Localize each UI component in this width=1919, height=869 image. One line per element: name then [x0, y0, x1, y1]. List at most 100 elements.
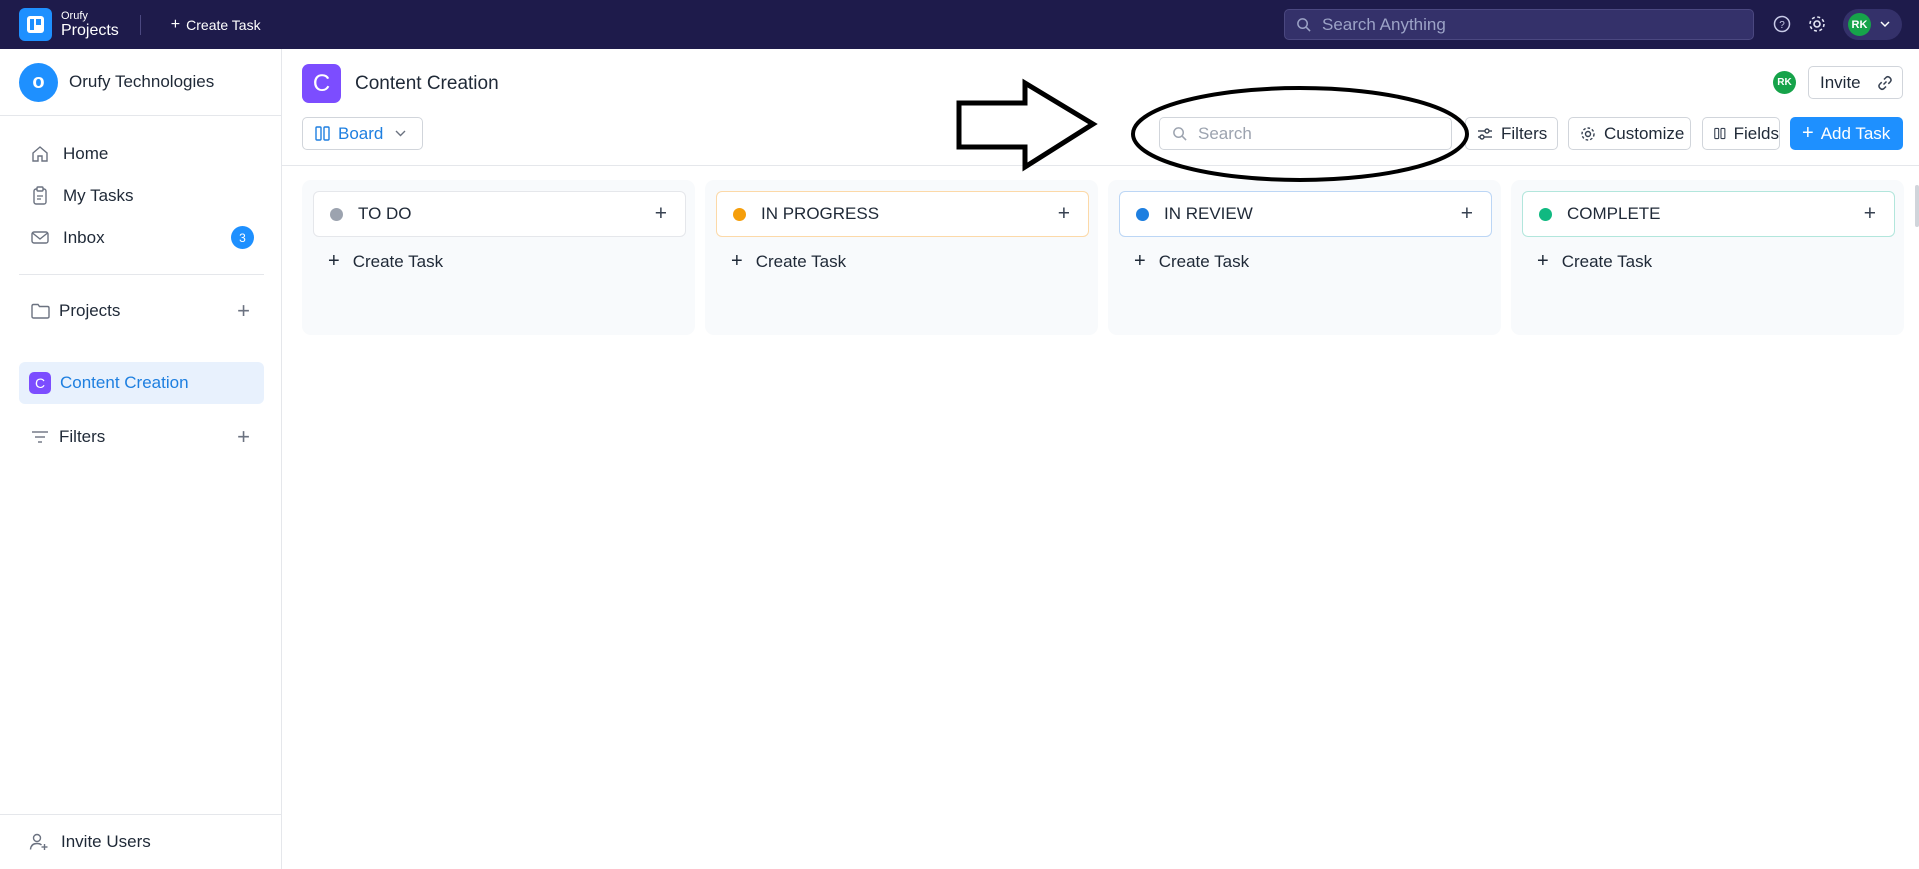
filters-label: Filters — [1501, 123, 1548, 143]
add-filter-icon[interactable]: + — [237, 424, 250, 450]
invite-users-button[interactable]: Invite Users — [0, 814, 282, 869]
column-header: IN REVIEW + — [1119, 191, 1492, 237]
invite-label: Invite — [1820, 72, 1861, 92]
column-create-task-label: Create Task — [755, 251, 847, 271]
search-icon — [1173, 127, 1187, 141]
sliders-icon — [1478, 127, 1492, 140]
project-logo: C — [302, 64, 341, 103]
clipboard-icon — [29, 186, 51, 205]
org-switcher[interactable]: o Orufy Technologies — [0, 49, 281, 116]
invite-button[interactable]: Invite — [1808, 66, 1903, 99]
global-search-placeholder: Search Anything — [1322, 14, 1446, 34]
plus-icon: + — [1802, 122, 1814, 144]
user-menu[interactable]: RK — [1843, 9, 1902, 40]
column-create-task-label: Create Task — [352, 251, 444, 271]
column-title: TO DO — [358, 204, 412, 223]
top-create-task-button[interactable]: + Create Task — [171, 16, 261, 34]
plus-icon: + — [1134, 250, 1146, 272]
brand[interactable]: Orufy Projects — [19, 8, 119, 41]
global-search-input[interactable]: Search Anything — [1284, 9, 1754, 40]
status-dot-icon — [330, 207, 343, 221]
link-icon — [1877, 75, 1893, 96]
page-title: Content Creation — [355, 72, 499, 94]
view-switcher-board[interactable]: Board — [302, 117, 423, 150]
org-name: Orufy Technologies — [69, 72, 215, 91]
filter-lines-icon — [29, 430, 51, 444]
column-create-task-button[interactable]: + Create Task — [1537, 250, 1652, 273]
column-title: IN PROGRESS — [761, 204, 880, 223]
column-add-icon[interactable]: + — [1461, 202, 1473, 226]
top-bar: Orufy Projects + Create Task Search Anyt… — [0, 0, 1919, 49]
svg-text:?: ? — [1779, 20, 1785, 31]
member-avatar[interactable]: RK — [1773, 71, 1796, 94]
column-create-task-button[interactable]: + Create Task — [731, 250, 846, 273]
chevron-down-icon — [1880, 21, 1890, 28]
main-content: C Content Creation RK Invite Board Filte… — [282, 49, 1919, 869]
board-column-todo: TO DO + + Create Task — [302, 180, 695, 335]
project-badge-icon: C — [29, 372, 51, 394]
column-header: IN PROGRESS + — [716, 191, 1089, 237]
org-logo: o — [19, 62, 58, 102]
help-icon[interactable]: ? — [1772, 14, 1792, 34]
column-title: COMPLETE — [1567, 204, 1661, 223]
sidebar-item-label: Home — [63, 143, 109, 163]
sidebar-item-inbox[interactable]: Inbox 3 — [19, 217, 264, 258]
plus-icon: + — [731, 250, 743, 272]
sidebar-item-label: My Tasks — [63, 185, 134, 205]
sidebar-item-home[interactable]: Home — [19, 133, 264, 174]
gear-icon[interactable] — [1807, 14, 1827, 34]
add-task-label: Add Task — [1820, 123, 1891, 143]
column-add-icon[interactable]: + — [1058, 202, 1070, 226]
status-dot-icon — [1136, 207, 1149, 221]
fields-button[interactable]: Fields — [1702, 117, 1780, 150]
board-column-complete: COMPLETE + + Create Task — [1511, 180, 1904, 335]
board-column-in-progress: IN PROGRESS + + Create Task — [705, 180, 1098, 335]
customize-label: Customize — [1604, 123, 1685, 143]
project-badge-wrap: C — [29, 372, 51, 394]
sidebar-item-label: Inbox — [63, 227, 105, 247]
board-search-input[interactable] — [1198, 123, 1428, 144]
status-dot-icon — [733, 207, 746, 221]
board-icon — [315, 126, 330, 141]
invite-users-label: Invite Users — [61, 832, 151, 851]
sidebar-item-content-creation[interactable]: C Content Creation — [19, 362, 264, 404]
customize-button[interactable]: Customize — [1568, 117, 1691, 150]
column-title: IN REVIEW — [1164, 204, 1253, 223]
sidebar: o Orufy Technologies Home My Tasks Inbox… — [0, 49, 282, 869]
column-create-task-label: Create Task — [1561, 251, 1653, 271]
sidebar-item-filters[interactable]: Filters + — [19, 416, 264, 457]
chevron-down-icon — [395, 130, 406, 137]
inbox-count-badge: 3 — [231, 226, 254, 249]
mail-icon — [29, 230, 51, 245]
sidebar-item-label: Filters — [59, 426, 106, 446]
column-create-task-button[interactable]: + Create Task — [328, 250, 443, 273]
filters-button[interactable]: Filters — [1465, 117, 1558, 150]
column-add-icon[interactable]: + — [1864, 202, 1876, 226]
column-create-task-button[interactable]: + Create Task — [1134, 250, 1249, 273]
add-project-icon[interactable]: + — [237, 298, 250, 324]
plus-icon: + — [1537, 250, 1549, 272]
status-dot-icon — [1539, 207, 1552, 221]
column-add-icon[interactable]: + — [655, 202, 667, 226]
add-user-icon — [29, 833, 49, 851]
board-search[interactable] — [1159, 117, 1452, 150]
add-task-button[interactable]: + Add Task — [1790, 117, 1903, 150]
brand-logo-icon — [19, 8, 52, 41]
sidebar-item-label: Content Creation — [60, 373, 189, 392]
column-header: COMPLETE + — [1522, 191, 1895, 237]
sidebar-item-label: Projects — [59, 300, 121, 320]
top-create-task-label: Create Task — [186, 16, 261, 33]
column-header: TO DO + — [313, 191, 686, 237]
plus-icon: + — [170, 15, 181, 33]
topbar-divider — [139, 14, 141, 35]
brand-name: Projects — [61, 21, 119, 39]
brand-name-small: Orufy — [61, 9, 88, 22]
sidebar-item-my-tasks[interactable]: My Tasks — [19, 175, 264, 216]
board-scrollbar[interactable] — [1915, 185, 1919, 227]
sidebar-item-projects[interactable]: Projects + — [19, 290, 264, 331]
board-column-in-review: IN REVIEW + + Create Task — [1108, 180, 1501, 335]
search-icon — [1297, 18, 1311, 32]
plus-icon: + — [328, 250, 340, 272]
gear-icon — [1581, 126, 1595, 141]
folder-icon — [29, 303, 51, 319]
